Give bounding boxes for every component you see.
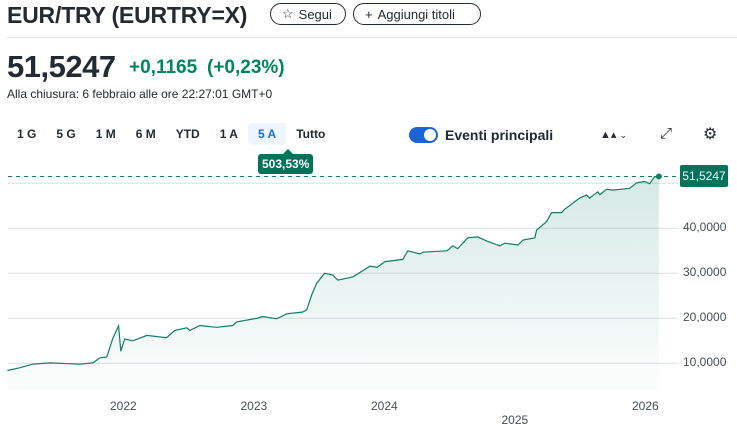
y-tick-label: 40,0000 [683, 220, 727, 235]
period-return-tooltip: 503,53% [258, 149, 314, 174]
x-tick-label: 2024 [371, 399, 398, 413]
divider [7, 37, 737, 38]
expand-icon[interactable]: ⤢ [660, 125, 672, 142]
last-price-label: 51,5247 [680, 165, 728, 188]
chart-area-fill [7, 176, 659, 390]
y-tick-label: 10,0000 [683, 355, 727, 370]
x-tick-label: 2025 [501, 413, 529, 427]
range-tab-5g[interactable]: 5 G [46, 123, 85, 145]
x-tick-label: 2023 [240, 399, 268, 413]
last-price-dot [655, 173, 662, 180]
range-tab-1m[interactable]: 1 M [86, 123, 126, 145]
follow-button[interactable]: ☆ Segui [270, 3, 346, 25]
y-tick-label: 30,0000 [683, 265, 727, 280]
price-change-percent: (+0,23%) [207, 57, 285, 78]
close-timestamp: Alla chiusura: 6 febbraio alle ore 22:27… [7, 87, 273, 101]
mountain-chart-icon[interactable]: ▲▴ ⌄ [600, 128, 627, 141]
add-label: Aggiungi titoli [377, 6, 455, 22]
star-icon: ☆ [282, 6, 294, 21]
x-tick-label: 2022 [110, 399, 137, 413]
gear-icon[interactable]: ⚙ [703, 124, 717, 144]
follow-label: Segui [298, 6, 332, 22]
current-price: 51,5247 [7, 49, 116, 84]
range-tab-ytd[interactable]: YTD [166, 123, 210, 145]
price-change: +0,1165 [129, 57, 198, 78]
y-tick-label: 20,0000 [683, 310, 727, 325]
range-tab-1a[interactable]: 1 A [210, 123, 248, 145]
range-tabs: 1 G5 G1 M6 M YTD 1 A5 A Tutto [7, 123, 335, 145]
chevron-down-icon: ⌄ [619, 130, 628, 140]
add-to-watchlist-button[interactable]: + Aggiungi titoli [353, 3, 481, 25]
events-label: Eventi principali [445, 127, 554, 143]
range-tab-5a[interactable]: 5 A [247, 123, 287, 145]
range-tab-6m[interactable]: 6 M [126, 123, 166, 145]
x-tick-label: 2026 [632, 399, 659, 413]
page-title: EUR/TRY (EURTRY=X) [7, 2, 248, 28]
events-toggle[interactable] [409, 127, 438, 143]
plus-icon: + [365, 6, 373, 22]
range-tab-tutto[interactable]: Tutto [286, 123, 335, 145]
range-tab-1g[interactable]: 1 G [7, 123, 46, 145]
